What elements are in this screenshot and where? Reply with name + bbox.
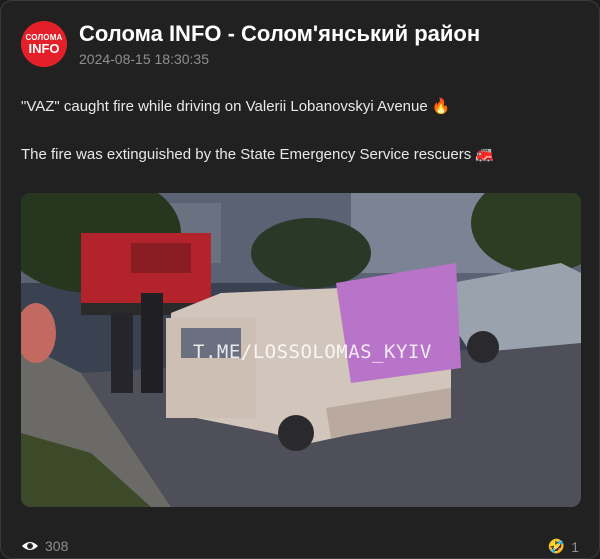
views-counter: 308 xyxy=(21,538,68,554)
post-date: 2024-08-15 18:30:35 xyxy=(79,51,209,67)
channel-avatar[interactable]: СОЛОМА INFO xyxy=(21,21,67,67)
reaction-emoji: 🤣 xyxy=(547,538,566,554)
post-text-line-1: "VAZ" caught fire while driving on Valer… xyxy=(21,98,451,115)
reaction-count: 1 xyxy=(571,538,579,555)
avatar-text-bottom: INFO xyxy=(28,41,60,56)
eye-icon xyxy=(22,542,38,550)
views-count: 308 xyxy=(45,538,69,554)
post-photo[interactable]: T.ME/LOSSOLOMAS_KYIV xyxy=(21,193,581,507)
reaction-counter[interactable]: 🤣 1 xyxy=(548,538,579,555)
post-text-line-2: The fire was extinguished by the State E… xyxy=(21,146,495,163)
post-card: СОЛОМА INFO Солома INFO - Солом'янський … xyxy=(0,0,600,559)
photo-watermark: T.ME/LOSSOLOMAS_KYIV xyxy=(193,341,432,363)
channel-name[interactable]: Солома INFO - Солом'янський район xyxy=(79,21,480,47)
